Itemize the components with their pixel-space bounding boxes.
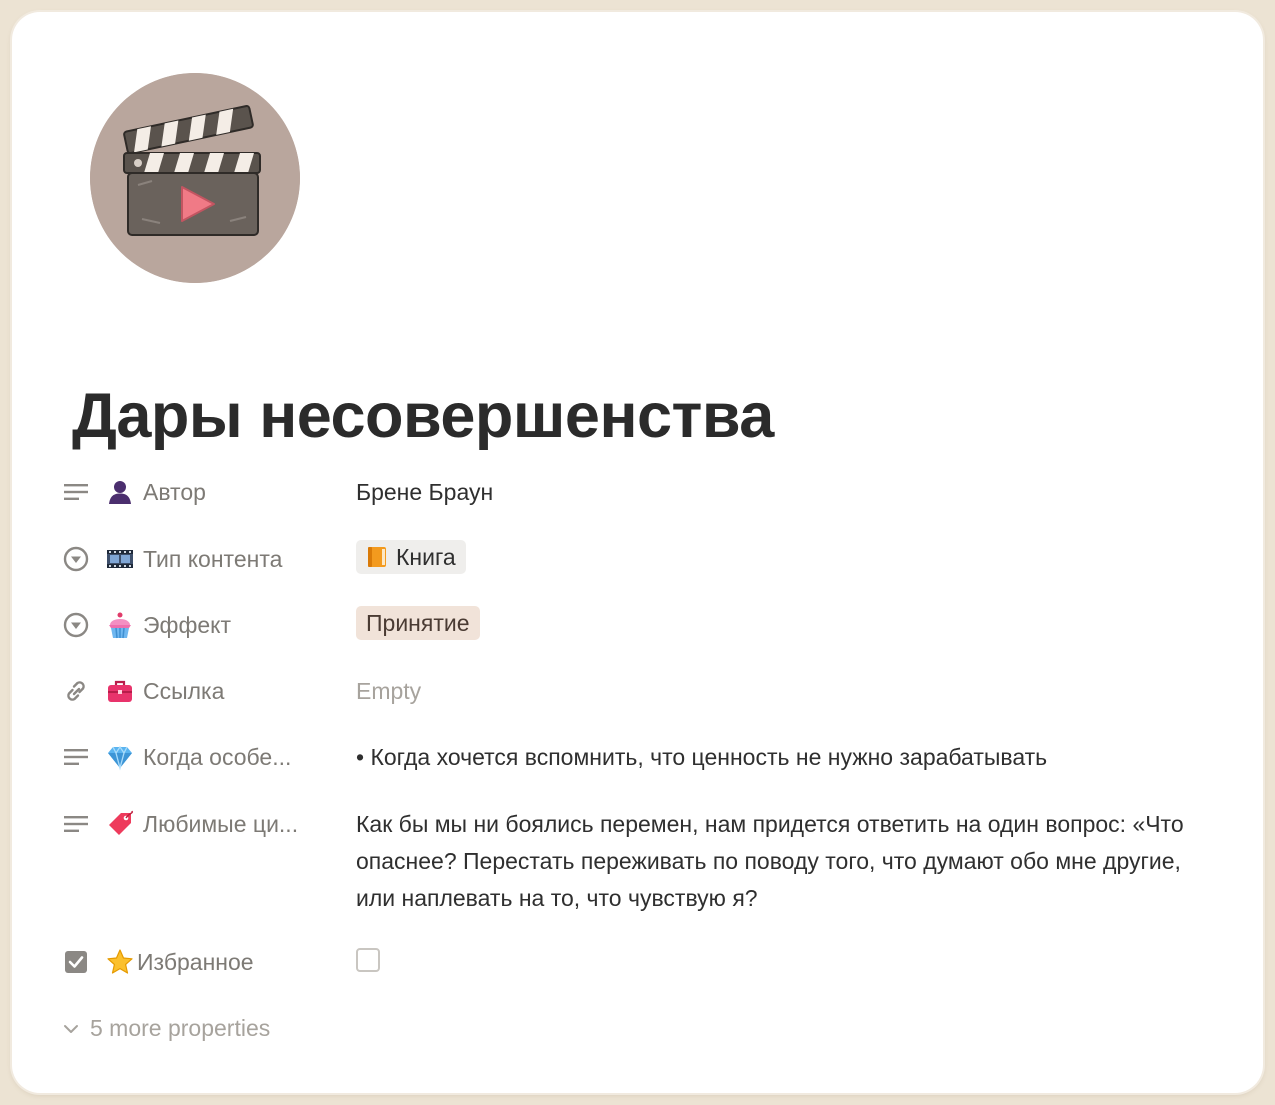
film-frames-icon [107, 550, 133, 568]
text-lines-icon [64, 749, 88, 765]
text-lines-icon [64, 816, 88, 832]
property-name[interactable]: Любимые ци... [143, 810, 298, 838]
property-name[interactable]: Ссылка [143, 677, 224, 705]
select-option-chip[interactable]: Книга [356, 540, 466, 574]
more-properties-label: 5 more properties [90, 1015, 271, 1041]
text-lines-icon [64, 484, 88, 500]
property-value[interactable]: Книга [356, 540, 466, 574]
property-name[interactable]: Эффект [143, 611, 231, 639]
select-icon [63, 612, 89, 638]
cupcake-icon [109, 612, 131, 639]
property-name[interactable]: Автор [143, 478, 206, 506]
label-tag-icon [109, 810, 133, 835]
bust-in-silhouette-icon [109, 481, 131, 504]
property-name[interactable]: Тип контента [143, 545, 282, 573]
page-title[interactable]: Дары несовершенства [72, 380, 774, 452]
chevron-down-icon [64, 1025, 78, 1033]
link-icon [67, 681, 85, 701]
gem-icon [108, 745, 132, 771]
property-name[interactable]: Когда особе... [143, 743, 291, 771]
briefcase-icon [108, 680, 132, 702]
orange-book-icon [368, 547, 386, 567]
select-option-chip[interactable]: Принятие [356, 606, 480, 640]
property-value-quote[interactable]: Как бы мы ни боялись перемен, нам придет… [356, 806, 1226, 917]
property-value[interactable]: Принятие [356, 606, 480, 640]
property-value[interactable]: • Когда хочется вспомнить, что ценность … [356, 743, 1047, 771]
star-icon [107, 949, 133, 974]
favorite-checkbox[interactable] [356, 948, 380, 972]
checkbox-icon [65, 951, 87, 973]
film-clapperboard-icon[interactable] [90, 73, 300, 283]
property-value-empty[interactable]: Empty [356, 677, 421, 705]
select-option-label: Книга [396, 544, 456, 570]
select-icon [63, 546, 89, 572]
property-name[interactable]: Избранное [137, 948, 254, 976]
property-value[interactable]: Брене Браун [356, 478, 493, 506]
